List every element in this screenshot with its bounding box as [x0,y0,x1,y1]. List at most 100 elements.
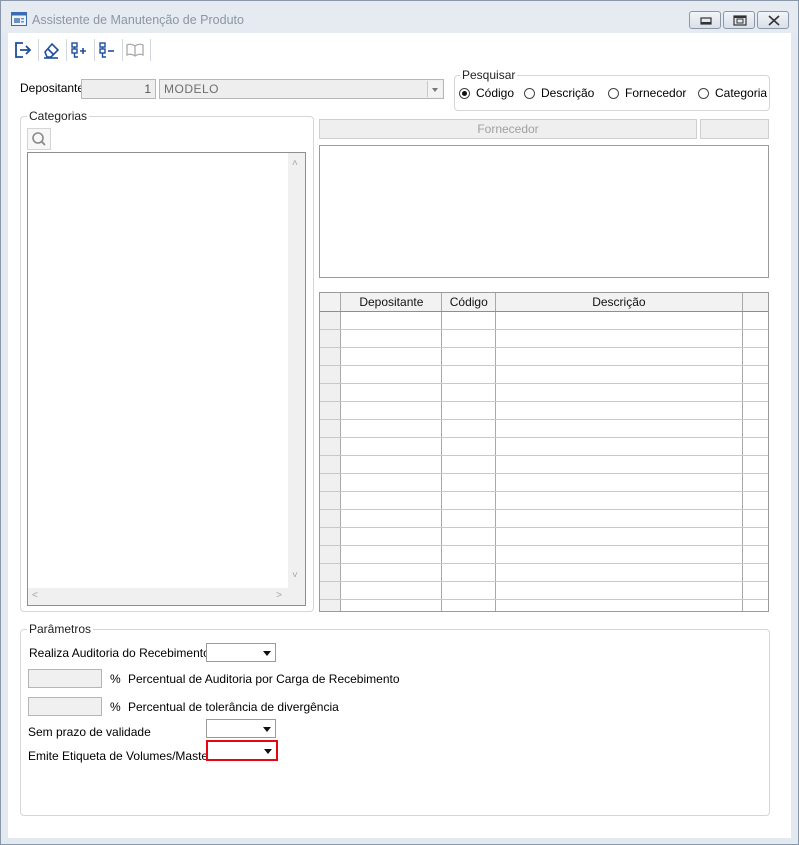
row-indicator-cell[interactable] [320,563,342,582]
table-cell[interactable] [742,473,768,492]
percentual-tolerancia-field[interactable] [28,697,102,716]
table-cell[interactable] [340,527,443,546]
maximize-button[interactable] [723,11,755,29]
eraser-button[interactable] [38,37,64,63]
table-cell[interactable] [441,311,497,330]
row-indicator-cell[interactable] [320,311,342,330]
table-cell[interactable] [340,509,443,528]
table-cell[interactable] [441,581,497,600]
table-cell[interactable] [340,473,443,492]
fornecedor-header[interactable]: Fornecedor [319,119,697,139]
table-cell[interactable] [742,527,768,546]
table-cell[interactable] [742,599,768,611]
table-cell[interactable] [340,329,443,348]
chevron-down-icon[interactable] [261,743,275,758]
categorias-search-button[interactable] [27,128,51,150]
fornecedor-extra-header[interactable] [700,119,769,139]
table-cell[interactable] [441,455,497,474]
table-cell[interactable] [495,473,743,492]
table-cell[interactable] [742,563,768,582]
table-cell[interactable] [742,383,768,402]
radio-fornecedor[interactable]: Fornecedor [608,86,686,100]
column-header-descricao[interactable]: Descrição [495,293,743,312]
table-cell[interactable] [340,437,443,456]
table-row[interactable] [320,365,768,384]
row-indicator-cell[interactable] [320,365,342,384]
table-row[interactable] [320,545,768,564]
table-cell[interactable] [495,383,743,402]
remove-list-button[interactable] [94,37,120,63]
table-cell[interactable] [441,365,497,384]
table-row[interactable] [320,401,768,420]
table-row[interactable] [320,437,768,456]
table-cell[interactable] [495,455,743,474]
table-cell[interactable] [495,365,743,384]
depositante-name-combo[interactable]: MODELO [159,79,444,99]
table-row[interactable] [320,491,768,510]
table-cell[interactable] [340,545,443,564]
minimize-button[interactable] [689,11,721,29]
row-indicator-cell[interactable] [320,347,342,366]
row-indicator-cell[interactable] [320,545,342,564]
table-row[interactable] [320,347,768,366]
row-indicator-cell[interactable] [320,437,342,456]
table-cell[interactable] [340,491,443,510]
table-cell[interactable] [441,437,497,456]
row-indicator-cell[interactable] [320,599,342,611]
table-cell[interactable] [340,311,443,330]
add-list-button[interactable] [66,37,92,63]
table-cell[interactable] [441,491,497,510]
row-indicator-cell[interactable] [320,383,342,402]
exit-button[interactable] [10,37,36,63]
table-cell[interactable] [495,437,743,456]
table-cell[interactable] [495,527,743,546]
table-cell[interactable] [495,599,743,611]
table-cell[interactable] [441,383,497,402]
column-header-codigo[interactable]: Código [441,293,497,312]
chevron-up-icon[interactable]: ˄ [292,159,298,169]
table-row[interactable] [320,455,768,474]
table-cell[interactable] [441,527,497,546]
table-cell[interactable] [340,383,443,402]
table-cell[interactable] [495,401,743,420]
table-cell[interactable] [441,545,497,564]
chevron-down-icon[interactable] [260,645,274,660]
table-cell[interactable] [340,401,443,420]
row-indicator-cell[interactable] [320,455,342,474]
table-cell[interactable] [340,599,443,611]
table-cell[interactable] [495,509,743,528]
radio-categoria[interactable]: Categoria [698,86,767,100]
table-cell[interactable] [742,509,768,528]
table-cell[interactable] [441,419,497,438]
chevron-down-icon[interactable] [260,721,274,736]
table-cell[interactable] [495,581,743,600]
table-cell[interactable] [340,455,443,474]
row-indicator-cell[interactable] [320,329,342,348]
table-cell[interactable] [441,599,497,611]
table-cell[interactable] [340,581,443,600]
table-cell[interactable] [742,545,768,564]
emite-etiqueta-dropdown[interactable] [206,740,278,761]
radio-codigo[interactable]: Código [459,86,514,100]
table-cell[interactable] [441,329,497,348]
table-cell[interactable] [340,365,443,384]
table-cell[interactable] [441,473,497,492]
categorias-tree[interactable]: ˄ ˅ < > [27,152,306,606]
table-cell[interactable] [742,329,768,348]
table-cell[interactable] [742,419,768,438]
table-cell[interactable] [495,311,743,330]
chevron-left-icon[interactable]: < [32,591,38,601]
table-cell[interactable] [495,329,743,348]
horizontal-scrollbar[interactable]: < > [28,588,288,605]
table-cell[interactable] [495,347,743,366]
depositante-code-field[interactable]: 1 [81,79,156,99]
table-cell[interactable] [340,563,443,582]
table-cell[interactable] [742,437,768,456]
table-row[interactable] [320,311,768,330]
table-row[interactable] [320,509,768,528]
table-cell[interactable] [495,419,743,438]
radio-descricao[interactable]: Descrição [524,86,594,100]
vertical-scrollbar[interactable]: ˄ ˅ [288,153,305,605]
table-cell[interactable] [742,347,768,366]
table-row[interactable] [320,473,768,492]
